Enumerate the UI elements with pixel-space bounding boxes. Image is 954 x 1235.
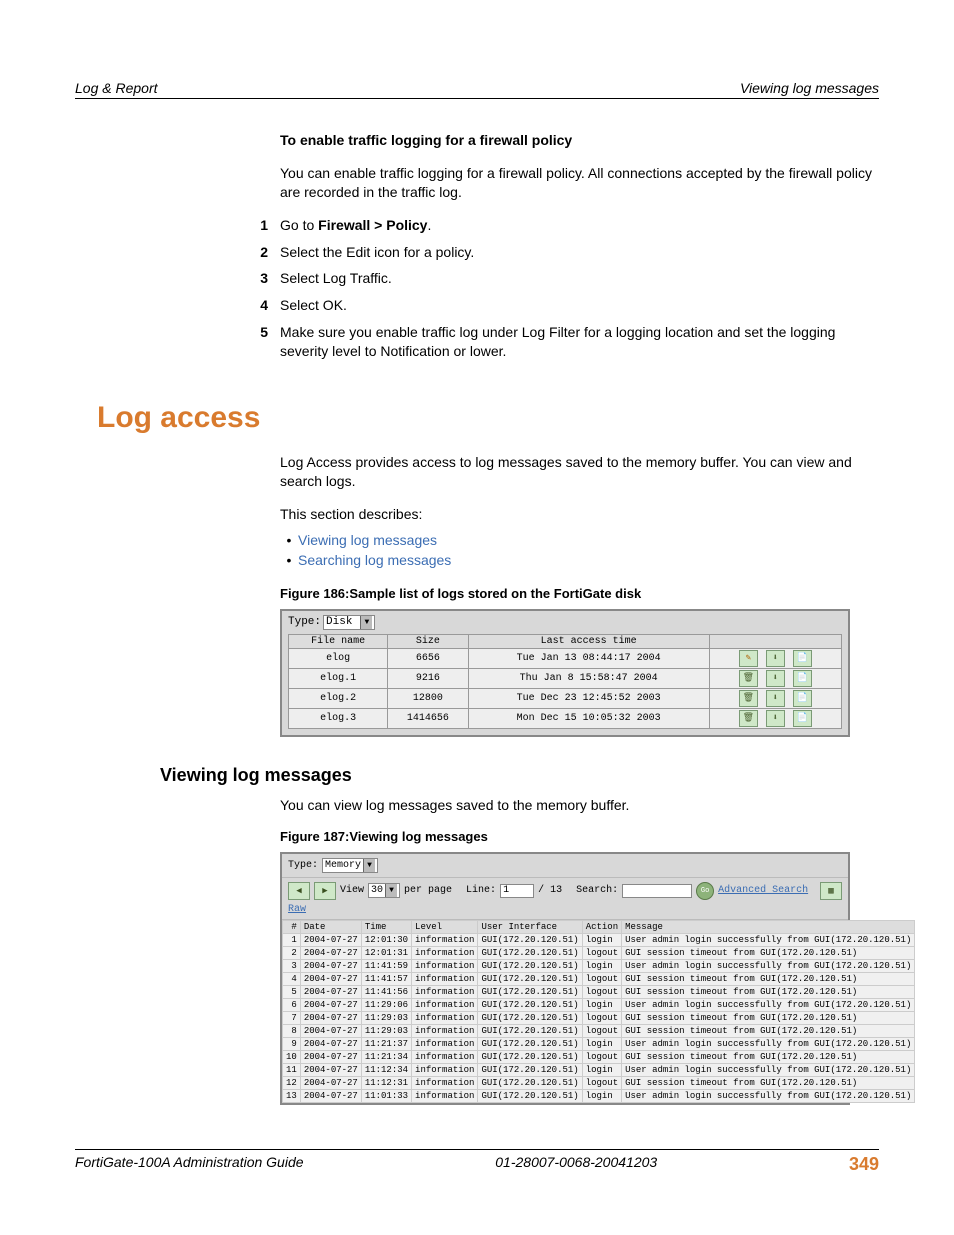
step-num: 2 [248, 243, 268, 262]
view-label: View [340, 885, 364, 896]
steps-list: 1 Go to Firewall > Policy. 2 Select the … [280, 216, 879, 361]
line-input[interactable]: 1 [500, 884, 534, 898]
table-row: 92004-07-2711:21:37informationGUI(172.20… [283, 1037, 915, 1050]
download-icon[interactable] [766, 670, 785, 687]
table-row: elog.3 1414656 Mon Dec 15 10:05:32 2003 [289, 708, 842, 728]
download-icon[interactable] [766, 650, 785, 667]
chevron-down-icon: ▼ [363, 859, 375, 872]
section-log-access: Log access [97, 401, 879, 435]
para-describes: This section describes: [280, 505, 879, 524]
step-num: 1 [248, 216, 268, 235]
download-icon[interactable] [766, 690, 785, 707]
col-last-access: Last access time [468, 634, 709, 648]
link-searching[interactable]: Searching log messages [298, 552, 451, 568]
table-icon[interactable]: ▦ [820, 882, 842, 900]
figure-187-caption: Figure 187:Viewing log messages [280, 829, 879, 844]
delete-icon[interactable] [739, 670, 758, 687]
col-size: Size [388, 634, 468, 648]
table-row: elog 6656 Tue Jan 13 08:44:17 2004 [289, 648, 842, 668]
table-row: 12004-07-2712:01:30informationGUI(172.20… [283, 933, 915, 946]
next-page-icon[interactable]: ▶ [314, 882, 336, 900]
step-text: Select Log Traffic. [280, 269, 392, 288]
view-icon[interactable] [793, 650, 812, 667]
chevron-down-icon: ▼ [360, 616, 372, 629]
col-actions [709, 634, 841, 648]
table-row: elog.2 12800 Tue Dec 23 12:45:52 2003 [289, 688, 842, 708]
footer-center: 01-28007-0068-20041203 [495, 1154, 657, 1175]
disk-log-table: File name Size Last access time elog 665… [288, 634, 842, 729]
chevron-down-icon: ▼ [385, 884, 397, 897]
type-select[interactable]: Disk ▼ [323, 615, 375, 630]
step-num: 5 [248, 323, 268, 361]
go-button[interactable]: Go [696, 882, 714, 900]
per-page-label: per page [404, 885, 452, 896]
view-select[interactable]: 30 ▼ [368, 883, 400, 898]
view-icon[interactable] [793, 710, 812, 727]
para-intro: You can enable traffic logging for a fir… [280, 164, 879, 202]
table-row: 102004-07-2711:21:34informationGUI(172.2… [283, 1050, 915, 1063]
type-label: Type: [288, 616, 321, 628]
sub-viewing-log-messages: Viewing log messages [160, 765, 879, 786]
header-right: Viewing log messages [740, 80, 879, 96]
header-left: Log & Report [75, 80, 158, 96]
prev-page-icon[interactable]: ◀ [288, 882, 310, 900]
table-row: 52004-07-2711:41:56informationGUI(172.20… [283, 985, 915, 998]
para-log-access: Log Access provides access to log messag… [280, 453, 879, 491]
table-row: 82004-07-2711:29:03informationGUI(172.20… [283, 1024, 915, 1037]
table-row: 72004-07-2711:29:03informationGUI(172.20… [283, 1011, 915, 1024]
line-total: / 13 [538, 885, 562, 896]
view-icon[interactable] [793, 670, 812, 687]
step-text: Go to Firewall > Policy. [280, 216, 431, 235]
raw-link[interactable]: Raw [288, 904, 306, 915]
line-label: Line: [466, 885, 496, 896]
edit-icon[interactable] [739, 650, 758, 667]
step-num: 3 [248, 269, 268, 288]
table-row: 42004-07-2711:41:57informationGUI(172.20… [283, 972, 915, 985]
step-text: Make sure you enable traffic log under L… [280, 323, 879, 361]
subhead-enable-logging: To enable traffic logging for a firewall… [280, 131, 879, 150]
table-row: 22004-07-2712:01:31informationGUI(172.20… [283, 946, 915, 959]
table-row: 32004-07-2711:41:59informationGUI(172.20… [283, 959, 915, 972]
step-num: 4 [248, 296, 268, 315]
delete-icon[interactable] [739, 690, 758, 707]
figure-186-caption: Figure 186:Sample list of logs stored on… [280, 586, 879, 601]
step-text: Select the Edit icon for a policy. [280, 243, 474, 262]
search-input[interactable] [622, 884, 692, 898]
link-viewing[interactable]: Viewing log messages [298, 532, 437, 548]
table-row: 132004-07-2711:01:33informationGUI(172.2… [283, 1089, 915, 1102]
step-text: Select OK. [280, 296, 347, 315]
type-label: Type: [288, 860, 318, 871]
page-number: 349 [849, 1154, 879, 1175]
col-filename: File name [289, 634, 388, 648]
table-row: 62004-07-2711:29:06informationGUI(172.20… [283, 998, 915, 1011]
bullet-icon: • [280, 532, 298, 548]
log-message-table: # Date Time Level User Interface Action … [282, 920, 915, 1103]
advanced-search-link[interactable]: Advanced Search [718, 885, 808, 896]
delete-icon[interactable] [739, 710, 758, 727]
search-label: Search: [576, 885, 618, 896]
table-row: elog.1 9216 Thu Jan 8 15:58:47 2004 [289, 668, 842, 688]
download-icon[interactable] [766, 710, 785, 727]
view-icon[interactable] [793, 690, 812, 707]
bullet-icon: • [280, 552, 298, 568]
table-row: 112004-07-2711:12:34informationGUI(172.2… [283, 1063, 915, 1076]
screenshot-memory-logs: Type: Memory ▼ ◀ ▶ View 30 ▼ per page Li… [280, 852, 850, 1105]
table-row: 122004-07-2711:12:31informationGUI(172.2… [283, 1076, 915, 1089]
type-select-memory[interactable]: Memory ▼ [322, 858, 378, 873]
screenshot-disk-logs: Type: Disk ▼ File name Size Last access … [280, 609, 850, 737]
para-viewing: You can view log messages saved to the m… [280, 796, 879, 815]
footer-left: FortiGate-100A Administration Guide [75, 1154, 304, 1175]
